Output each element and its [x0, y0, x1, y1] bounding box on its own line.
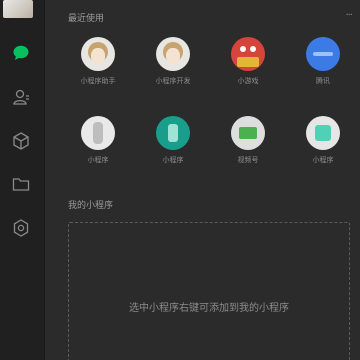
recent-app-tile[interactable]: 视频号: [213, 116, 283, 165]
recent-app-tile[interactable]: 小程序: [63, 116, 133, 165]
app-label: 小程序: [162, 156, 184, 164]
avatar-icon: [81, 37, 115, 71]
app-label: 视频号: [237, 156, 259, 164]
app-label: 小程序: [87, 156, 109, 164]
avatar[interactable]: [3, 0, 33, 18]
chat-icon[interactable]: [8, 40, 34, 66]
blue-app-icon: [306, 37, 340, 71]
app-label: 小程序助手: [80, 77, 116, 85]
mini-program-panel: 最近使用 ··· 小程序助手 小程序开发 小游戏 腾讯 小程序 小程序 视频号 …: [0, 0, 360, 360]
white-app-icon: [81, 116, 115, 150]
recent-app-tile[interactable]: 腾讯: [288, 37, 358, 86]
app-label: 腾讯: [316, 77, 330, 85]
avatar-icon: [156, 37, 190, 71]
cube-icon[interactable]: [8, 128, 34, 154]
folder-icon[interactable]: [8, 171, 34, 197]
recent-app-tile[interactable]: 小程序: [288, 116, 358, 165]
mini-program-icon[interactable]: [8, 215, 34, 241]
recent-section-title: 最近使用: [68, 14, 105, 24]
more-button[interactable]: ···: [345, 10, 352, 21]
my-mini-programs-title: 我的小程序: [68, 201, 114, 211]
recent-app-tile[interactable]: 小程序开发: [138, 37, 208, 86]
drop-hint: 选中小程序右键可添加到我的小程序: [129, 303, 289, 314]
contacts-icon[interactable]: [8, 84, 34, 110]
main-content: 最近使用 ··· 小程序助手 小程序开发 小游戏 腾讯 小程序 小程序 视频号 …: [45, 0, 360, 360]
my-mini-programs-drop-zone[interactable]: 选中小程序右键可添加到我的小程序: [68, 222, 350, 360]
game-icon: [231, 37, 265, 71]
green-app-icon: [231, 116, 265, 150]
recent-app-tile[interactable]: 小程序: [138, 116, 208, 165]
sidebar: [0, 0, 45, 360]
app-label: 小程序开发: [155, 77, 191, 85]
recent-app-tile[interactable]: 小游戏: [213, 37, 283, 86]
app-label: 小游戏: [237, 77, 259, 85]
recent-app-tile[interactable]: 小程序助手: [63, 37, 133, 86]
mint-app-icon: [306, 116, 340, 150]
app-label: 小程序: [312, 156, 334, 164]
teal-app-icon: [156, 116, 190, 150]
